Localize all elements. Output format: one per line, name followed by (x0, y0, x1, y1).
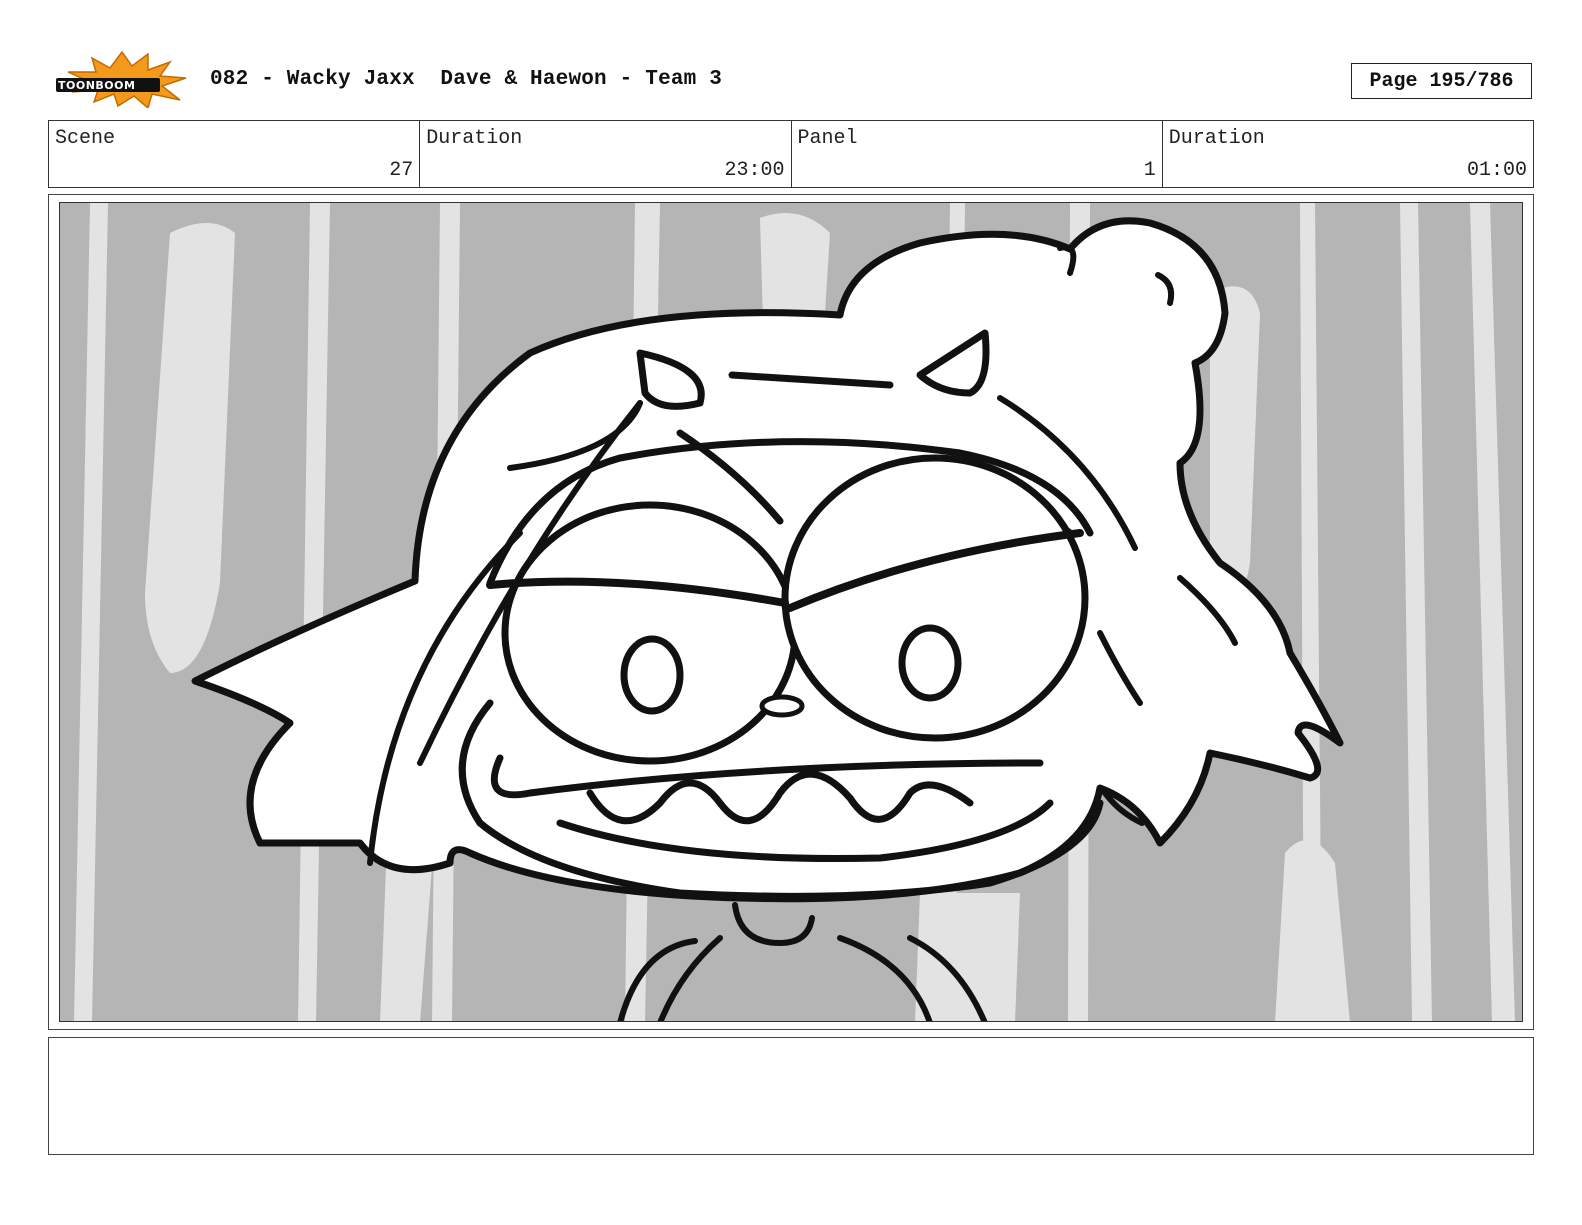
panel-notes-box (48, 1037, 1534, 1155)
panel-duration-cell: Duration 01:00 (1163, 121, 1533, 187)
scene-duration-value: 23:00 (724, 159, 785, 182)
panel-label: Panel (797, 127, 858, 150)
panel-duration-value: 01:00 (1466, 159, 1527, 182)
scene-duration-cell: Duration 23:00 (420, 121, 792, 187)
panel-cell: Panel 1 (792, 121, 1163, 187)
scene-duration-label: Duration (426, 127, 523, 150)
scene-info-row: Scene 27 Duration 23:00 Panel 1 Duration… (48, 120, 1534, 188)
page-indicator: Page 195/786 (1351, 63, 1532, 99)
toonboom-logo: TOONBOOM (52, 50, 190, 110)
panel-value: 1 (1143, 159, 1156, 182)
scene-value: 27 (389, 159, 414, 182)
storyboard-panel-drawing (59, 202, 1523, 1022)
character-nose (759, 694, 805, 718)
panel-duration-label: Duration (1168, 127, 1265, 150)
scene-cell: Scene 27 (49, 121, 421, 187)
logo-wordmark: TOONBOOM (58, 79, 135, 92)
document-title: 082 - Wacky Jaxx Dave & Haewon - Team 3 (210, 68, 723, 91)
scene-label: Scene (55, 127, 116, 150)
